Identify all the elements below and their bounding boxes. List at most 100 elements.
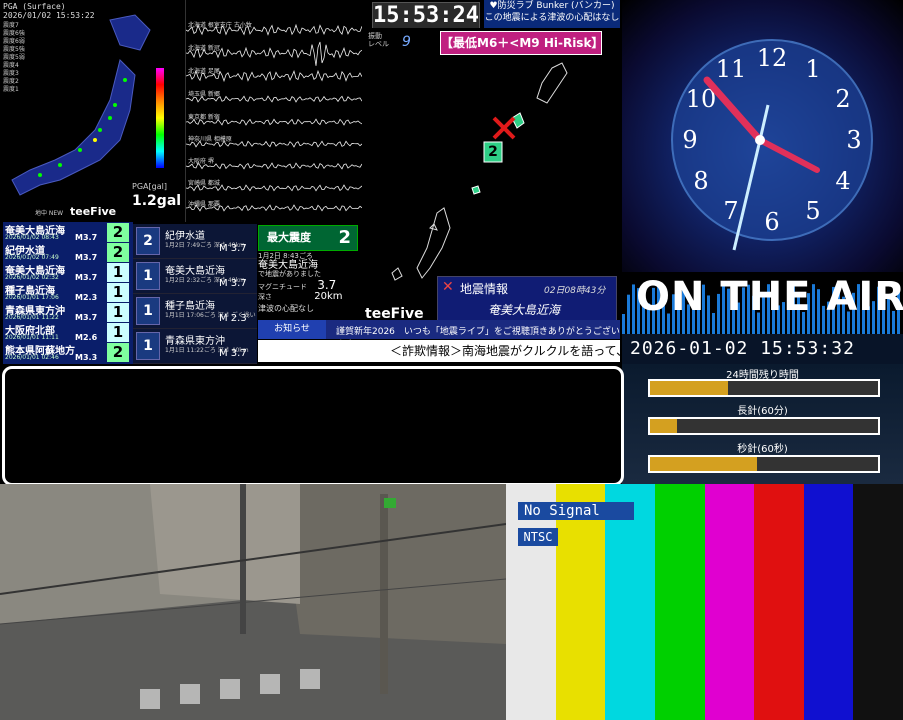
quake-intensity-badge: 2 <box>107 343 129 362</box>
seismic-map: 振動 レベル 9 2 <box>362 28 620 318</box>
eq-info-place: 奄美大島近海 <box>488 303 561 317</box>
bar-label-minute: 長針(60分) <box>737 406 788 417</box>
card-intensity: 2 <box>136 227 160 255</box>
notice-label: お知らせ <box>258 320 326 339</box>
analog-clock-panel: 12 1 2 3 4 5 6 7 8 9 10 11 <box>622 0 903 272</box>
clock-number: 9 <box>682 126 697 154</box>
card-magnitude: M 2.3 <box>219 313 247 324</box>
progress-24h <box>648 379 880 397</box>
quake-time: 2026/01/01 17:06 <box>5 294 59 301</box>
clock-number: 12 <box>757 44 788 72</box>
bar-label-second: 秒針(60秒) <box>737 444 788 455</box>
quake-intensity-badge: 1 <box>107 323 129 342</box>
max-intensity-value: 2 <box>338 227 351 248</box>
quake-detail-card: 1 種子島近海 1月1日 17:06ごろ 深さ ごく浅い M 2.3 <box>133 294 257 329</box>
summary-mag-label: マグニチュード <box>258 283 307 291</box>
pga-gal-value: 1.2gal <box>132 193 182 209</box>
card-intensity: 1 <box>136 332 160 360</box>
live-camera-feed <box>0 484 506 720</box>
quake-magnitude: M3.3 <box>75 353 98 362</box>
max-intensity-label: 最大震度 <box>267 231 311 244</box>
time-remaining-panel: 24時間残り時間 長針(60分) 秒針(60秒) <box>622 364 903 484</box>
quake-magnitude: M3.7 <box>75 273 98 282</box>
quake-time: 2026/01/01 02:46 <box>5 354 59 361</box>
ntsc-label: NTSC <box>518 528 558 546</box>
earthquake-info-box: ✕ 地震情報 02日08時43分 奄美大島近海 <box>437 276 617 322</box>
waveform-panel: 北海道 根室支庁 古小牧 北海道 新冠 北海道 足尾 埼玉県 新郷 東京都 新宿… <box>186 0 362 222</box>
card-intensity: 1 <box>136 262 160 290</box>
eq-info-date: 02日08時43分 <box>544 286 606 296</box>
summary-place: 奄美大島近海 <box>258 260 318 271</box>
ews-header-tsunami: この地震による津波の心配はなし <box>484 13 620 23</box>
clock-number: 8 <box>693 167 708 195</box>
quake-time: 2026/01/02 02:32 <box>5 274 59 281</box>
quake-magnitude: M2.6 <box>75 333 98 342</box>
quake-intensity-badge: 2 <box>107 243 129 262</box>
analog-clock: 12 1234567891011 <box>671 39 873 251</box>
quake-intensity-badge: 1 <box>107 263 129 282</box>
quake-detail-card: 2 紀伊水道 1月2日 7:49ごろ 深さ 40km M 3.7 <box>133 224 257 259</box>
color-bar <box>704 484 756 720</box>
ews-header-title: ♥防災ラブ Bunker (バンカー) <box>489 1 615 11</box>
card-magnitude: M 3.7 <box>219 348 247 359</box>
color-bar <box>803 484 855 720</box>
quake-detail-card: 1 奄美大島近海 1月2日 2:32ごろ 深さ 40km M 3.7 <box>133 259 257 294</box>
clock-number: 11 <box>716 55 747 83</box>
color-bar <box>654 484 706 720</box>
color-bar <box>853 484 903 720</box>
quake-time: 2026/01/02 08:43 <box>5 234 59 241</box>
clock-number: 6 <box>764 208 779 236</box>
ticker-text: ＜詐欺情報＞南海地震がクルクルを語って、 <box>390 344 620 358</box>
card-magnitude: M 3.7 <box>219 243 247 254</box>
summary-depth-label: 深さ <box>258 293 272 301</box>
card-magnitude: M 3.7 <box>219 278 247 289</box>
datetime-bar: 2026-01-02 15:53:32 <box>622 334 903 364</box>
clock-number: 4 <box>835 167 850 195</box>
pga-brand-prefix: 地中 NEW <box>35 210 64 217</box>
clock-number: 1 <box>805 55 820 83</box>
clock-number: 3 <box>846 126 861 154</box>
pga-brand: teeFive <box>70 205 117 218</box>
pga-map-panel: PGA (Surface) 2026/01/02 15:53:22 震度7 震度… <box>0 0 186 222</box>
quake-time: 2026/01/01 11:11 <box>5 334 59 341</box>
progress-minute <box>648 417 880 435</box>
on-air-banner: ON THE AIR <box>622 272 903 334</box>
digital-clock: 15:53:24 <box>372 2 480 30</box>
on-air-text: ON THE AIR <box>636 274 903 320</box>
epicenter-icon <box>492 116 516 140</box>
ryukyu-islands-map <box>391 62 568 281</box>
quake-time: 2026/01/02 07:49 <box>5 254 59 261</box>
quake-magnitude: M2.3 <box>75 293 98 302</box>
quake-magnitude: M3.7 <box>75 313 98 322</box>
epicenter-intensity: 2 <box>488 144 498 160</box>
datetime-text: 2026-01-02 15:53:32 <box>630 338 855 359</box>
max-intensity-box: 最大震度 2 <box>258 225 358 251</box>
color-bar <box>754 484 805 720</box>
summary-tsunami: 津波の心配なし <box>258 304 314 313</box>
pga-gal-label: PGA[gal] <box>132 182 167 191</box>
clock-number: 5 <box>805 197 820 225</box>
quake-intensity-badge: 1 <box>107 303 129 322</box>
clock-number: 7 <box>723 197 738 225</box>
clock-number: 2 <box>835 85 850 113</box>
quake-list: 奄美大島近海 2026/01/02 08:43 M3.7 2 紀伊水道 2026/01/0… <box>3 222 133 365</box>
summary-mag-value: 3.7 <box>317 278 337 292</box>
close-x-icon: ✕ <box>442 279 454 295</box>
quake-intensity-badge: 2 <box>107 223 129 242</box>
pga-color-scale <box>156 68 164 168</box>
quake-magnitude: M3.7 <box>75 233 98 242</box>
quake-summary: 1月2日 8:43ごろ 奄美大島近海 で地震がありました マグニチュード 3.7… <box>258 252 358 318</box>
caption-box <box>2 366 624 486</box>
quake-list-item: 熊本県阿蘇地方 2026/01/01 02:46 M3.3 2 <box>3 342 133 365</box>
card-intensity: 1 <box>136 297 160 325</box>
quake-detail-card: 1 青森県東方沖 1月1日 11:22ごろ 深さ 40km M 3.7 <box>133 329 257 364</box>
ews-header: ♥防災ラブ Bunker (バンカー) この地震による津波の心配はなし <box>484 0 620 28</box>
quake-intensity-badge: 1 <box>107 283 129 302</box>
street-scene-image <box>0 484 506 720</box>
summary-note: で地震がありました <box>258 270 321 278</box>
notice-bar: お知らせ 謹賀新年2026 いつも「地震ライブ」をご視聴頂きありがとうございます… <box>258 320 620 350</box>
waveform-traces <box>186 23 362 212</box>
no-signal-label: No Signal <box>518 502 634 520</box>
risk-banner: 【最低M6＋<M9 Hi-Risk】 <box>440 31 603 55</box>
progress-second <box>648 455 880 473</box>
